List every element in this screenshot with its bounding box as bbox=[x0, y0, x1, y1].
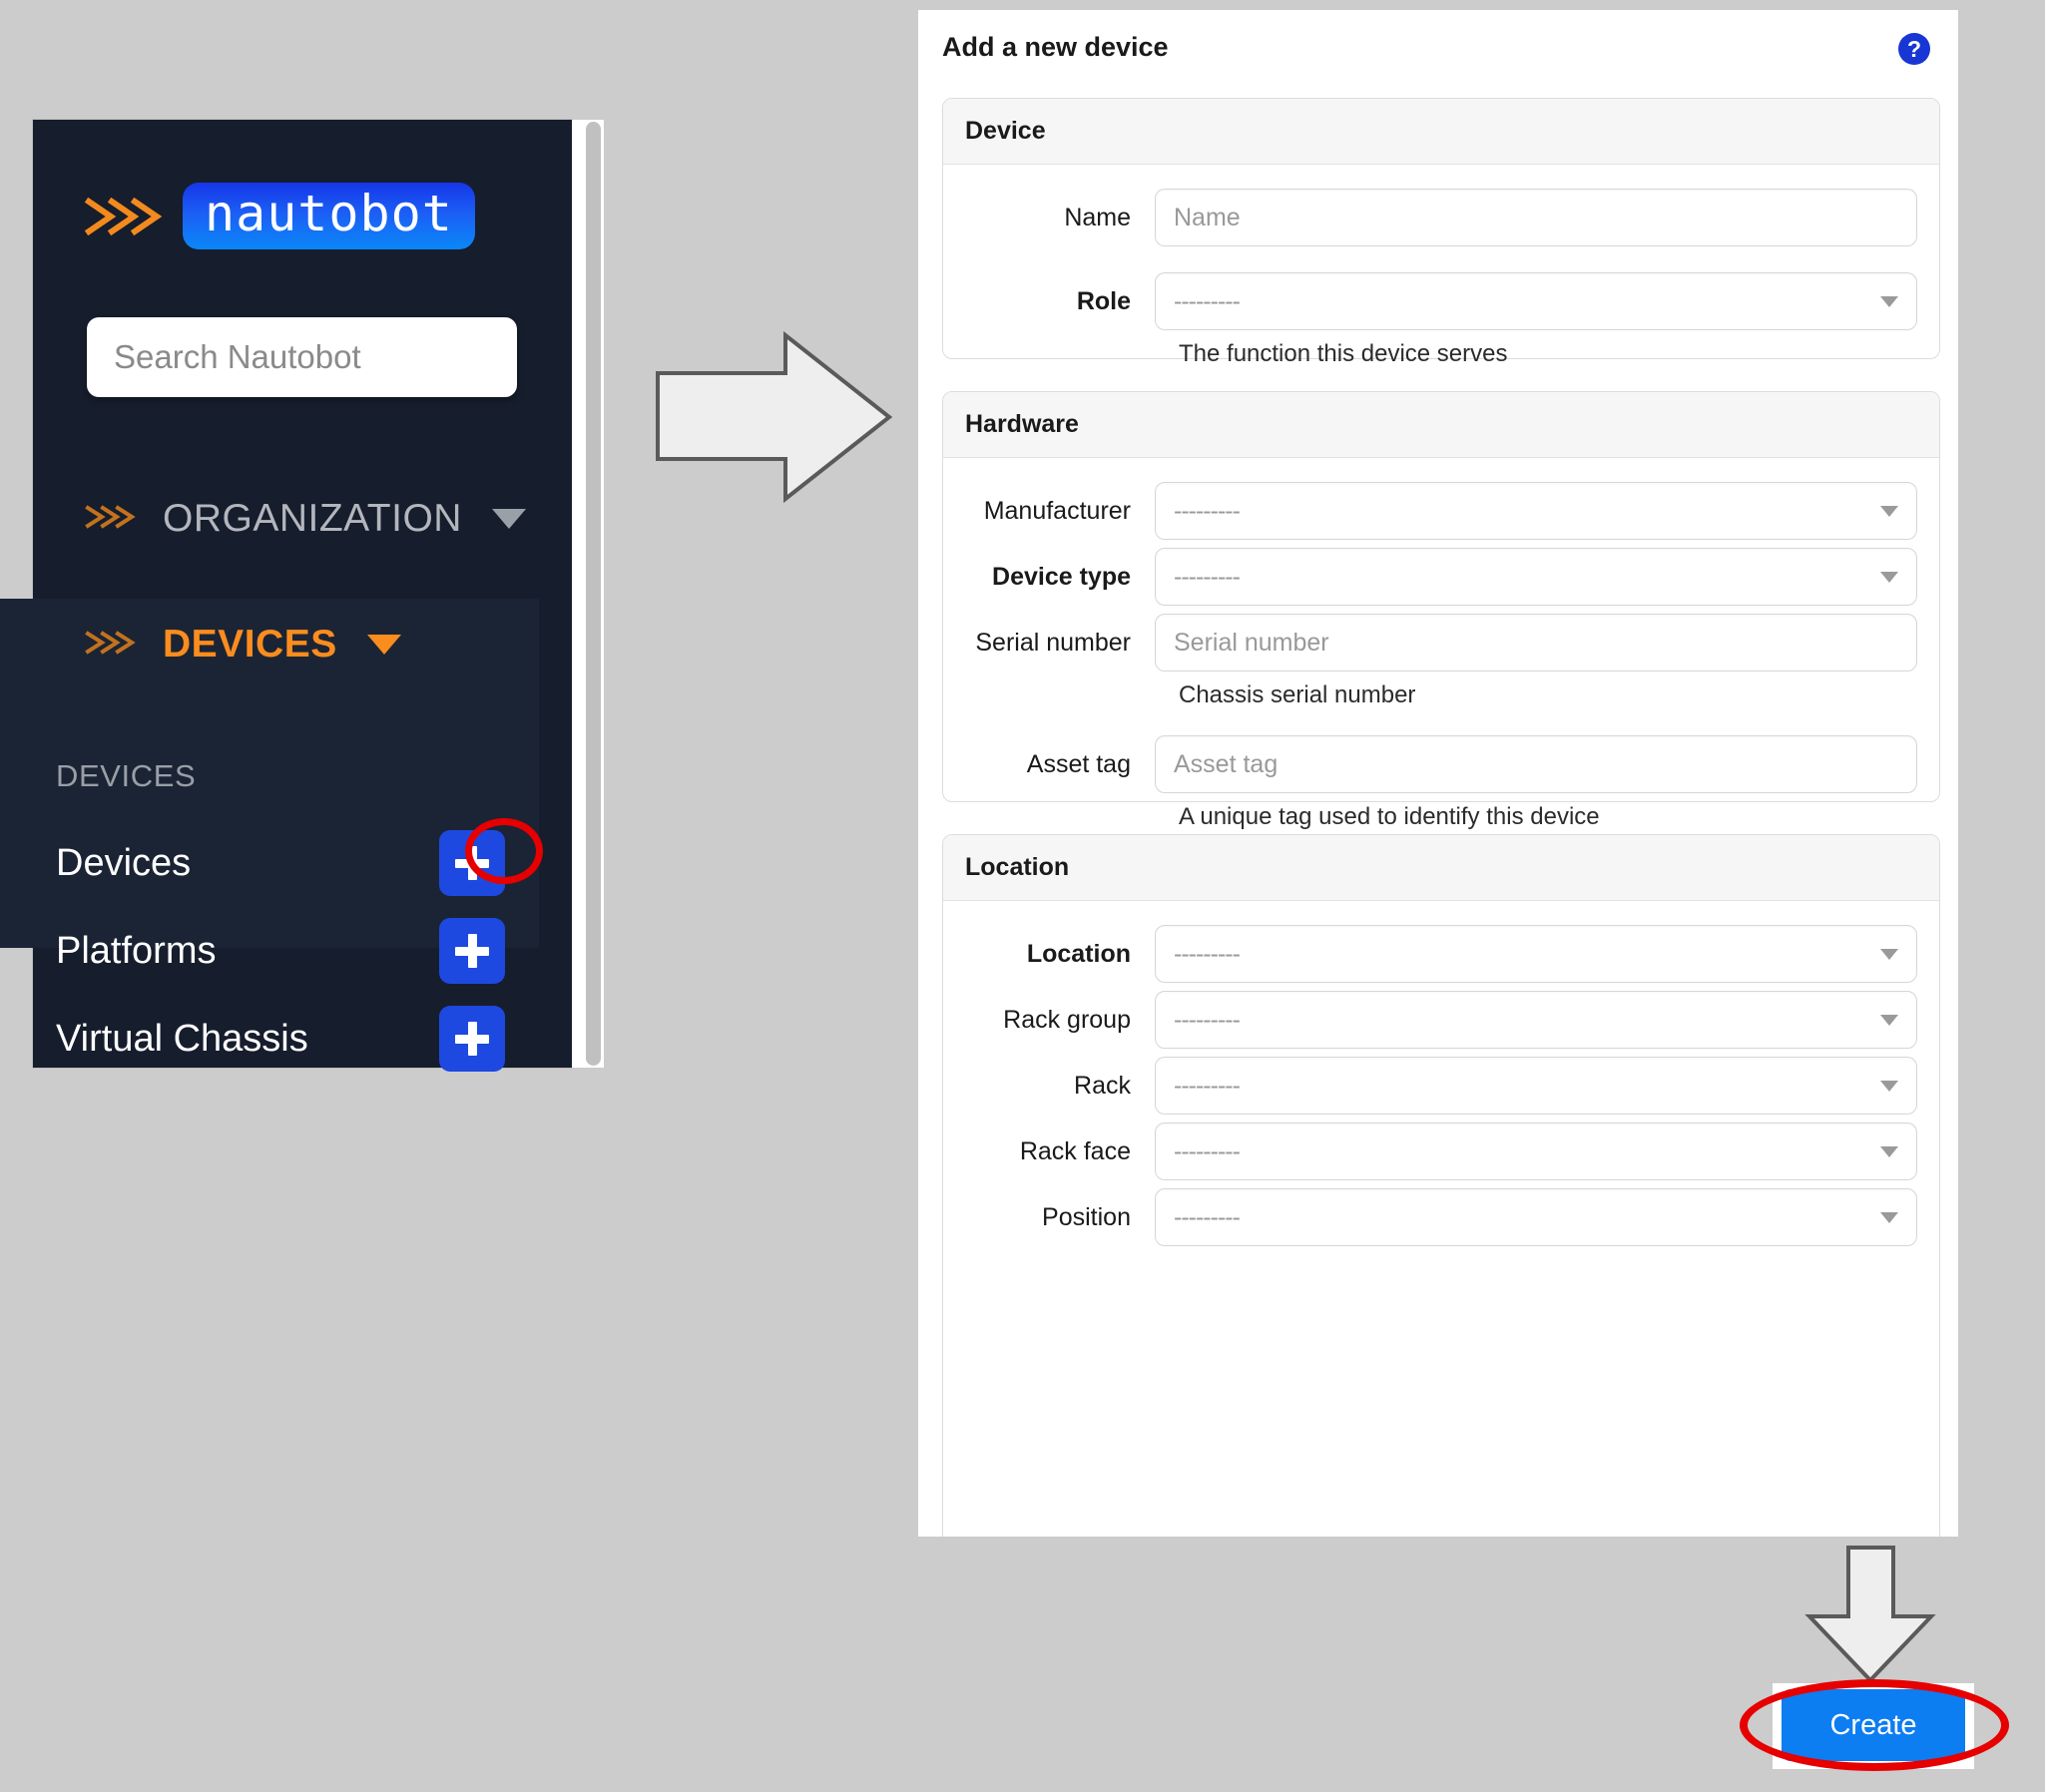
label-rack: Rack bbox=[965, 1072, 1155, 1101]
help-text-role: The function this device serves bbox=[943, 330, 1939, 368]
arrow-down-icon bbox=[1803, 1545, 1938, 1684]
label-role: Role bbox=[965, 287, 1155, 316]
card-device: Device Name Role --------- The function … bbox=[942, 98, 1940, 359]
rack-face-select[interactable]: --------- bbox=[1155, 1122, 1917, 1180]
chevron-down-icon bbox=[367, 635, 401, 655]
help-text-serial-number: Chassis serial number bbox=[943, 672, 1939, 709]
label-position: Position bbox=[965, 1203, 1155, 1232]
card-body-hardware: Manufacturer --------- Device type -----… bbox=[943, 458, 1939, 853]
location-select-value: --------- bbox=[1174, 940, 1240, 969]
form-row-position: Position --------- bbox=[943, 1180, 1939, 1246]
sidebar-group-devices[interactable]: DEVICES bbox=[85, 623, 401, 667]
add-virtual-chassis-button[interactable] bbox=[439, 1006, 505, 1072]
add-device-form-panel: Add a new device ? Device Name Role ----… bbox=[918, 10, 1958, 1537]
name-input[interactable] bbox=[1155, 189, 1917, 246]
rack-select[interactable]: --------- bbox=[1155, 1057, 1917, 1115]
label-name: Name bbox=[965, 204, 1155, 232]
form-row-asset-tag: Asset tag bbox=[943, 727, 1939, 793]
label-device-type: Device type bbox=[965, 563, 1155, 592]
sidebar-section-title: DEVICES bbox=[56, 758, 196, 794]
role-select-value: --------- bbox=[1174, 287, 1240, 316]
card-header-hardware: Hardware bbox=[943, 392, 1939, 458]
label-serial-number: Serial number bbox=[965, 629, 1155, 658]
search-input[interactable] bbox=[87, 317, 517, 397]
nautobot-wordmark: nautobot bbox=[183, 183, 475, 249]
form-row-device-type: Device type --------- bbox=[943, 540, 1939, 606]
chevron-down-icon bbox=[1880, 506, 1898, 517]
add-platform-button[interactable] bbox=[439, 918, 505, 984]
form-row-rack: Rack --------- bbox=[943, 1049, 1939, 1115]
manufacturer-select-value: --------- bbox=[1174, 497, 1240, 526]
triple-chevron-right-icon bbox=[85, 194, 163, 239]
arrow-right-icon bbox=[654, 329, 893, 504]
card-header-location: Location bbox=[943, 835, 1939, 901]
card-body-device: Name Role --------- The function this de… bbox=[943, 165, 1939, 390]
form-row-rack-face: Rack face --------- bbox=[943, 1115, 1939, 1180]
nautobot-logo[interactable]: nautobot bbox=[85, 183, 475, 249]
card-body-location: Location --------- Rack group --------- … bbox=[943, 901, 1939, 1268]
sidebar-item-label-virtual-chassis[interactable]: Virtual Chassis bbox=[56, 1018, 308, 1061]
search-bar[interactable] bbox=[87, 317, 517, 397]
form-row-manufacturer: Manufacturer --------- bbox=[943, 474, 1939, 540]
card-header-device: Device bbox=[943, 99, 1939, 165]
rack-group-select-value: --------- bbox=[1174, 1006, 1240, 1035]
page-title: Add a new device bbox=[942, 32, 1169, 63]
label-rack-group: Rack group bbox=[965, 1006, 1155, 1035]
chevron-down-icon bbox=[1880, 572, 1898, 583]
chevron-down-icon bbox=[1880, 1081, 1898, 1092]
device-type-select[interactable]: --------- bbox=[1155, 548, 1917, 606]
sidebar-item-virtual-chassis[interactable]: Virtual Chassis bbox=[0, 999, 539, 1079]
rack-group-select[interactable]: --------- bbox=[1155, 991, 1917, 1049]
label-asset-tag: Asset tag bbox=[965, 750, 1155, 779]
role-select[interactable]: --------- bbox=[1155, 272, 1917, 330]
sidebar-item-platforms[interactable]: Platforms bbox=[0, 911, 539, 991]
chevron-down-icon bbox=[492, 509, 526, 529]
asset-tag-input[interactable] bbox=[1155, 735, 1917, 793]
sidebar-item-devices[interactable]: Devices bbox=[0, 823, 539, 903]
form-row-role: Role --------- bbox=[943, 264, 1939, 330]
location-select[interactable]: --------- bbox=[1155, 925, 1917, 983]
chevron-down-icon bbox=[1880, 1015, 1898, 1026]
sidebar-item-label-platforms[interactable]: Platforms bbox=[56, 930, 216, 973]
manufacturer-select[interactable]: --------- bbox=[1155, 482, 1917, 540]
sidebar-group-organization[interactable]: ORGANIZATION bbox=[85, 497, 526, 541]
position-select[interactable]: --------- bbox=[1155, 1188, 1917, 1246]
position-select-value: --------- bbox=[1174, 1203, 1240, 1232]
form-row-rack-group: Rack group --------- bbox=[943, 983, 1939, 1049]
help-text-asset-tag: A unique tag used to identify this devic… bbox=[943, 793, 1939, 831]
label-location: Location bbox=[965, 940, 1155, 969]
label-manufacturer: Manufacturer bbox=[965, 497, 1155, 526]
create-button[interactable]: Create bbox=[1782, 1689, 1965, 1761]
form-row-name: Name bbox=[943, 181, 1939, 246]
chevron-down-icon bbox=[1880, 949, 1898, 960]
add-device-button[interactable] bbox=[439, 830, 505, 896]
chevron-down-icon bbox=[1880, 296, 1898, 307]
sidebar-item-label-devices[interactable]: Devices bbox=[56, 842, 191, 885]
card-location: Location Location --------- Rack group -… bbox=[942, 834, 1940, 1537]
sidebar-scroll-gap bbox=[572, 120, 582, 1068]
device-type-select-value: --------- bbox=[1174, 563, 1240, 592]
chevron-down-icon bbox=[1880, 1146, 1898, 1157]
rack-select-value: --------- bbox=[1174, 1072, 1240, 1101]
sidebar-group-label-devices: DEVICES bbox=[163, 623, 337, 667]
sidebar-scrollbar-thumb[interactable] bbox=[586, 122, 601, 1066]
form-row-serial-number: Serial number bbox=[943, 606, 1939, 672]
triple-chevron-right-icon bbox=[85, 502, 137, 537]
chevron-down-icon bbox=[1880, 1212, 1898, 1223]
card-hardware: Hardware Manufacturer --------- Device t… bbox=[942, 391, 1940, 802]
sidebar-group-label-organization: ORGANIZATION bbox=[163, 497, 462, 541]
rack-face-select-value: --------- bbox=[1174, 1137, 1240, 1166]
label-rack-face: Rack face bbox=[965, 1137, 1155, 1166]
form-row-location: Location --------- bbox=[943, 917, 1939, 983]
serial-number-input[interactable] bbox=[1155, 614, 1917, 672]
triple-chevron-right-icon bbox=[85, 628, 137, 663]
help-icon[interactable]: ? bbox=[1898, 33, 1930, 65]
